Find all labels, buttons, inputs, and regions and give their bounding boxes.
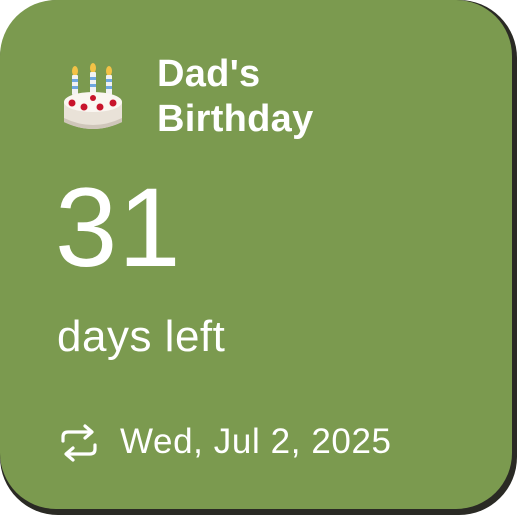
- countdown-widget[interactable]: Dad's Birthday 31 days left Wed, Jul 2, …: [0, 0, 512, 509]
- event-date: Wed, Jul 2, 2025: [120, 422, 392, 461]
- event-title: Dad's Birthday: [157, 53, 314, 140]
- repeat-icon: [61, 424, 97, 462]
- days-count: 31: [55, 165, 182, 290]
- birthday-cake-icon: [64, 63, 122, 129]
- days-left-label: days left: [57, 312, 226, 361]
